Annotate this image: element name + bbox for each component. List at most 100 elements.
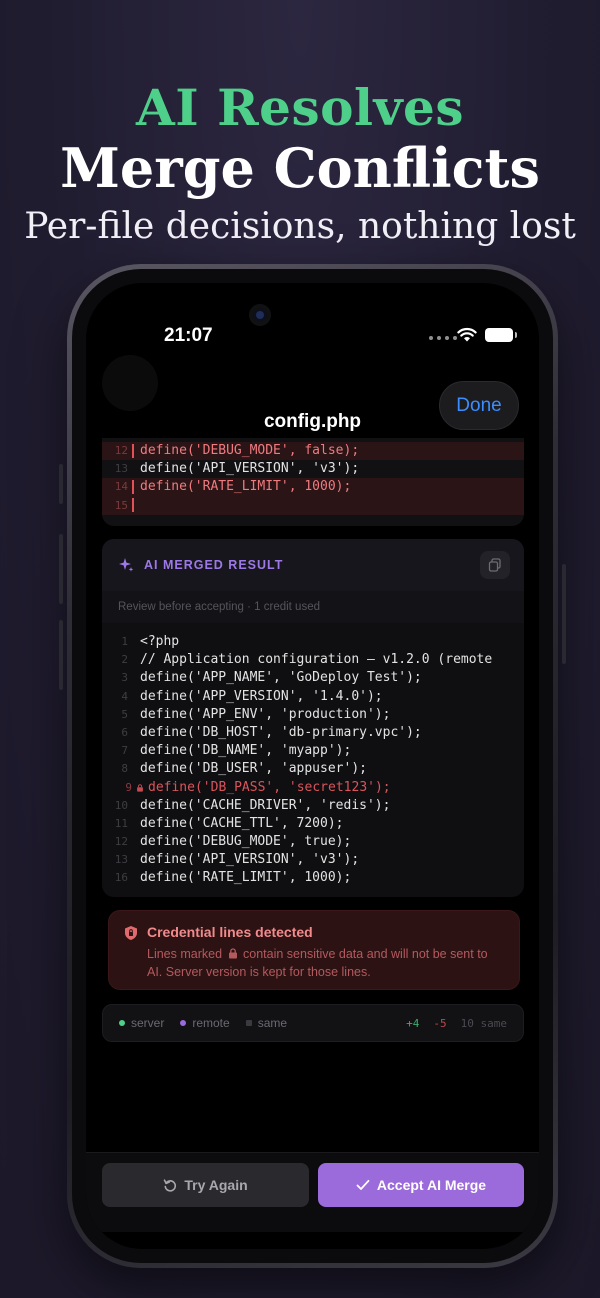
done-button[interactable]: Done — [439, 381, 519, 430]
line-number: 16 — [114, 871, 128, 885]
code-text: define('DEBUG_MODE', false); — [140, 443, 360, 458]
diff-marker — [132, 443, 134, 458]
same-count: 10 same — [460, 1017, 507, 1030]
line-number: 12 — [114, 444, 128, 457]
code-line: 14 define('RATE_LIMIT', 1000); — [102, 478, 524, 497]
code-line: 13 define('API_VERSION', 'v3'); — [102, 460, 524, 478]
diff-marker — [132, 479, 134, 494]
code-line: 12 define('DEBUG_MODE', true); — [102, 833, 524, 851]
accept-ai-merge-button[interactable]: Accept AI Merge — [318, 1163, 524, 1207]
copy-icon — [488, 558, 501, 572]
added-count: +4 — [406, 1017, 420, 1030]
ai-merged-result-card: AI MERGED RESULT Review before accepting… — [102, 539, 524, 897]
phone-screen: 21:07 config.php Done 12 define('DEBUG_MO… — [86, 283, 539, 1249]
code-text: define('APP_VERSION', '1.4.0'); — [140, 688, 383, 704]
ai-result-subtitle: Review before accepting · 1 credit used — [102, 591, 524, 623]
wifi-icon — [457, 327, 477, 342]
conflict-preview: 12 define('DEBUG_MODE', false); 13 define('… — [102, 438, 524, 526]
line-number: 4 — [121, 689, 128, 703]
legend-server: server — [119, 1016, 164, 1030]
try-again-label: Try Again — [184, 1177, 248, 1193]
shield-icon — [125, 926, 137, 940]
ai-result-title: AI MERGED RESULT — [144, 558, 284, 572]
status-time: 21:07 — [164, 325, 213, 346]
code-line: 5 define('APP_ENV', 'production'); — [102, 706, 524, 724]
code-text: define('APP_NAME', 'GoDeploy Test'); — [140, 670, 422, 686]
lock-icon — [228, 948, 237, 959]
code-text: <?php — [140, 634, 180, 649]
line-number: 9 — [125, 780, 132, 794]
code-text: define('DB_NAME', 'myapp'); — [140, 743, 352, 759]
alert-title: Credential lines detected — [147, 924, 313, 940]
line-number: 6 — [121, 725, 128, 739]
sparkle-icon — [119, 558, 134, 572]
cellular-signal-icon — [429, 336, 457, 340]
code-text: define('API_VERSION', 'v3'); — [140, 461, 360, 477]
code-line: 15 — [102, 496, 524, 515]
line-number: 15 — [114, 498, 128, 512]
removed-count: -5 — [433, 1017, 447, 1030]
credential-alert: Credential lines detected Lines marked c… — [108, 910, 520, 990]
alert-body-before: Lines marked — [147, 947, 223, 961]
line-number: 11 — [114, 816, 128, 830]
code-line: 11 define('CACHE_TTL', 7200); — [102, 815, 524, 833]
code-text: define('API_VERSION', 'v3'); — [140, 852, 360, 868]
line-number: 10 — [114, 798, 128, 812]
code-text: // Application configuration — v1.2.0 (r… — [140, 652, 493, 668]
try-again-button[interactable]: Try Again — [102, 1163, 309, 1207]
code-text: define('DB_HOST', 'db-primary.vpc'); — [140, 724, 422, 740]
code-line: 10 define('CACHE_DRIVER', 'redis'); — [102, 797, 524, 815]
ai-merged-code: 1 <?php 2 // Application configuration — v1… — [102, 623, 524, 888]
code-line: 12 define('DEBUG_MODE', false); — [102, 442, 524, 461]
code-text: define('DB_PASS', 'secret123'); — [148, 779, 391, 795]
code-line: 4 define('APP_VERSION', '1.4.0'); — [102, 688, 524, 706]
accept-label: Accept AI Merge — [376, 1177, 487, 1193]
power-button — [562, 564, 566, 664]
code-text: define('CACHE_DRIVER', 'redis'); — [140, 797, 391, 813]
code-text: define('RATE_LIMIT', 1000); — [140, 870, 352, 886]
copy-button[interactable] — [480, 551, 510, 579]
code-line: 2 // Application configuration — v1.2.0 (… — [102, 651, 524, 669]
line-number: 5 — [121, 707, 128, 721]
code-text: define('DB_USER', 'appuser'); — [140, 761, 367, 777]
line-number: 8 — [121, 762, 128, 776]
promo-subheadline: Per-file decisions, nothing lost — [24, 206, 576, 247]
line-number: 7 — [121, 744, 128, 758]
code-text: define('APP_ENV', 'production'); — [140, 706, 391, 722]
code-text: define('RATE_LIMIT', 1000); — [140, 479, 352, 495]
credential-line: 9 define('DB_PASS', 'secret123'); — [102, 779, 524, 797]
lock-icon — [137, 783, 143, 792]
code-text: define('CACHE_TTL', 7200); — [140, 815, 344, 831]
code-line: 8 define('DB_USER', 'appuser'); — [102, 760, 524, 778]
code-line: 1 <?php — [102, 633, 524, 651]
volume-down-button — [59, 620, 63, 690]
refresh-icon — [164, 1179, 177, 1192]
volume-up-button — [59, 534, 63, 604]
back-button[interactable] — [102, 355, 158, 411]
code-text: define('DEBUG_MODE', true); — [140, 834, 352, 850]
code-line: 6 define('DB_HOST', 'db-primary.vpc'); — [102, 724, 524, 742]
side-button — [59, 464, 63, 504]
front-camera-icon — [249, 304, 271, 326]
legend-same: same — [245, 1016, 287, 1030]
alert-body: Lines marked contain sensitive data and … — [147, 945, 503, 981]
diff-legend: server remote same +4 -5 10 same — [102, 1004, 524, 1042]
battery-icon — [485, 328, 517, 342]
promo-headline-main: Merge Conflicts — [60, 136, 540, 200]
diff-marker — [132, 498, 134, 513]
ai-result-header: AI MERGED RESULT — [102, 539, 524, 591]
code-line: 16 define('RATE_LIMIT', 1000); — [102, 869, 524, 887]
phone-frame: 21:07 config.php Done 12 define('DEBUG_MO… — [59, 264, 566, 1268]
legend-remote: remote — [180, 1016, 230, 1030]
line-number: 1 — [121, 635, 128, 648]
code-line: 3 define('APP_NAME', 'GoDeploy Test'); — [102, 669, 524, 687]
line-number: 3 — [121, 671, 128, 685]
line-number: 14 — [114, 480, 128, 494]
line-number: 13 — [114, 462, 128, 476]
promo-headline-accent: AI Resolves — [136, 78, 464, 137]
code-line: 13 define('API_VERSION', 'v3'); — [102, 851, 524, 869]
code-line: 7 define('DB_NAME', 'myapp'); — [102, 742, 524, 760]
checkmark-icon — [356, 1179, 370, 1190]
line-number: 2 — [121, 653, 128, 667]
line-number: 12 — [114, 835, 128, 849]
